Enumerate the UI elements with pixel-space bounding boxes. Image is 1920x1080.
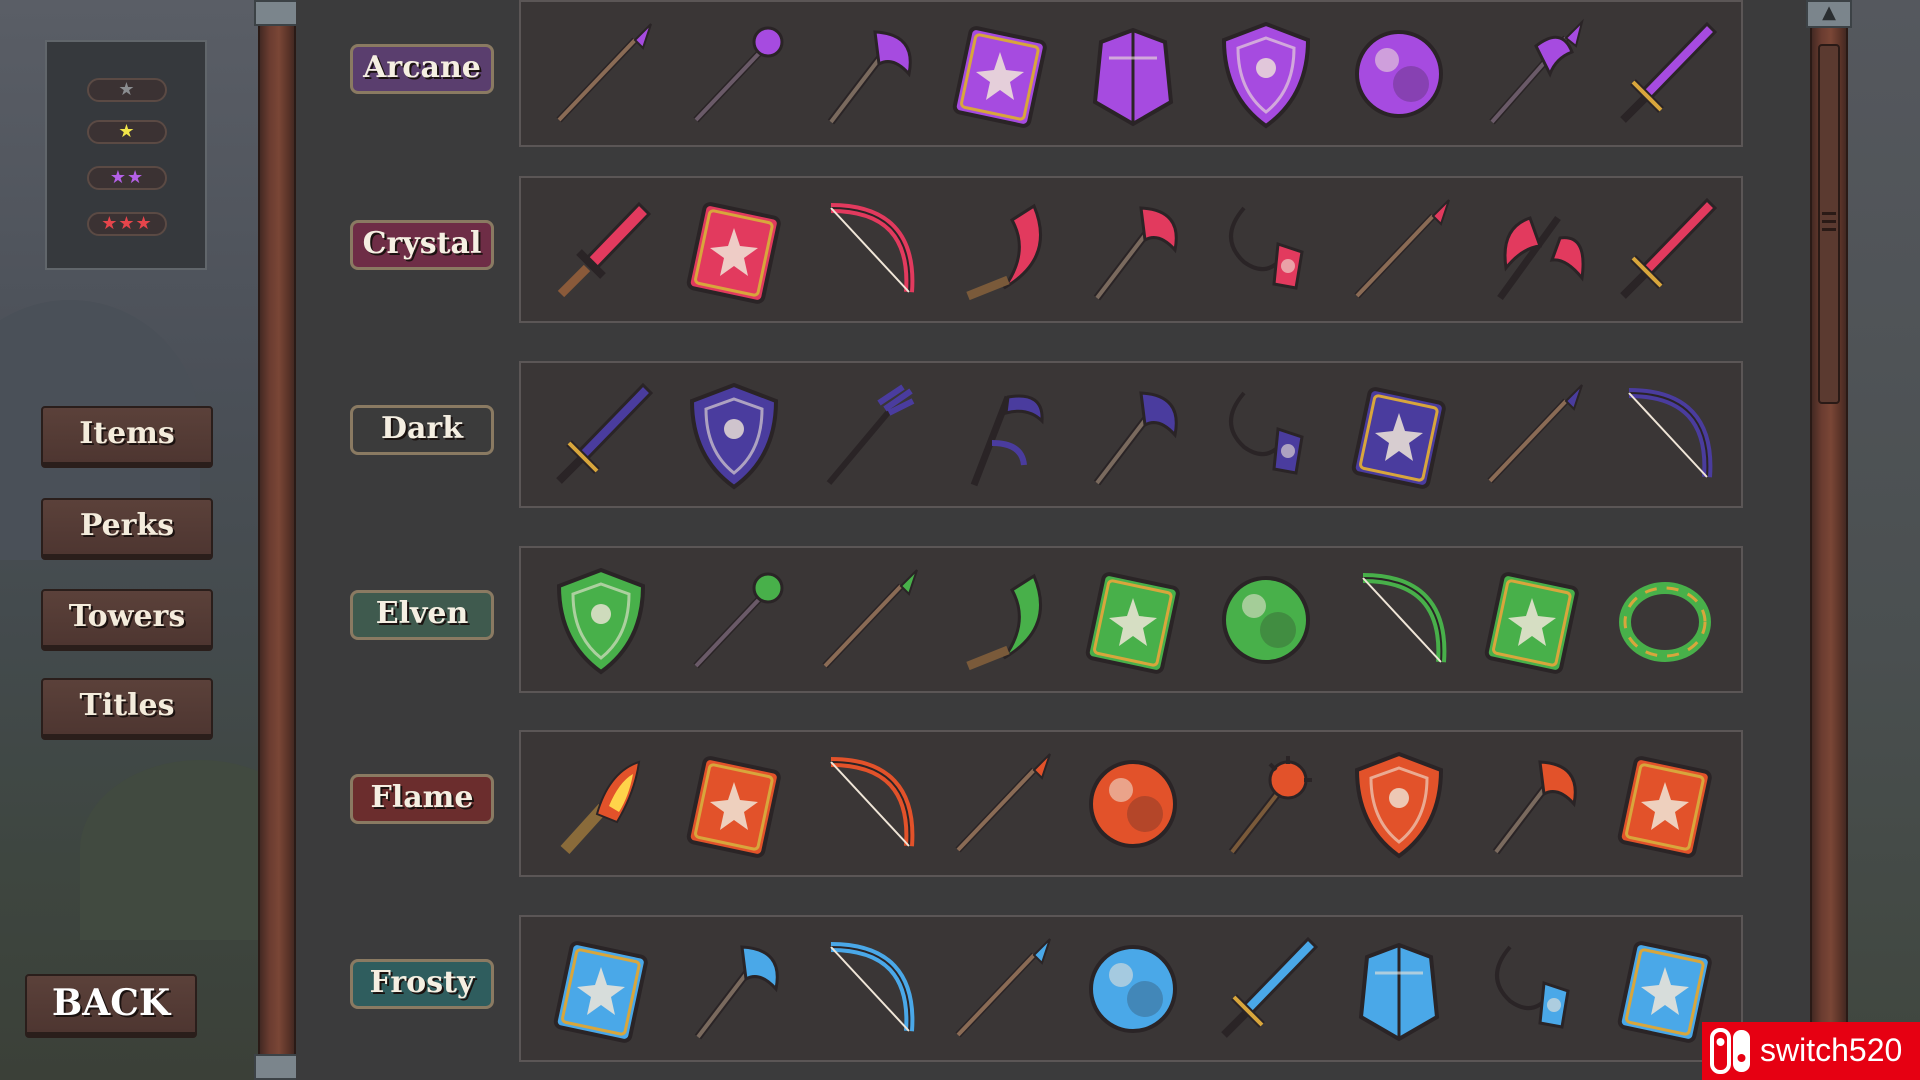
axe-icon[interactable] bbox=[1470, 742, 1594, 866]
shield-icon[interactable] bbox=[1204, 12, 1328, 136]
scrollbar-thumb[interactable] bbox=[1818, 44, 1840, 404]
left-wood-rail bbox=[258, 0, 296, 1080]
spear-icon[interactable] bbox=[539, 12, 663, 136]
item-row-elven bbox=[519, 546, 1743, 693]
axe-icon[interactable] bbox=[805, 12, 929, 136]
watermark-text: switch520 bbox=[1760, 1032, 1903, 1068]
rarity-stars: ★ bbox=[118, 121, 136, 142]
spear-icon[interactable] bbox=[1337, 188, 1461, 312]
orb-icon[interactable] bbox=[1337, 12, 1461, 136]
amulet-icon[interactable] bbox=[1470, 927, 1594, 1051]
scrollbar-grip bbox=[1822, 220, 1836, 223]
sword-icon[interactable] bbox=[1603, 188, 1727, 312]
scrollbar-grip bbox=[1822, 228, 1836, 231]
spellbook-icon[interactable] bbox=[938, 12, 1062, 136]
sickle-icon[interactable] bbox=[938, 558, 1062, 682]
category-label-dark: Dark bbox=[350, 405, 494, 455]
orb-icon[interactable] bbox=[1204, 558, 1328, 682]
rail-cap-top bbox=[254, 0, 300, 26]
sickle-icon[interactable] bbox=[938, 188, 1062, 312]
dagger-icon[interactable] bbox=[539, 188, 663, 312]
category-label-arcane: Arcane bbox=[350, 44, 494, 94]
rarity-filter-epic[interactable]: ★★★ bbox=[87, 212, 167, 236]
scrollbar-grip bbox=[1822, 212, 1836, 215]
spellbook-icon[interactable] bbox=[1337, 373, 1461, 497]
bow-icon[interactable] bbox=[805, 927, 929, 1051]
rarity-stars: ★★★ bbox=[101, 213, 153, 234]
armor-icon[interactable] bbox=[1337, 927, 1461, 1051]
item-row-frosty bbox=[519, 915, 1743, 1062]
rarity-filter-common[interactable]: ★ bbox=[87, 78, 167, 102]
amulet-icon[interactable] bbox=[1204, 188, 1328, 312]
rarity-filter-uncommon[interactable]: ★ bbox=[87, 120, 167, 144]
bracelet-icon[interactable] bbox=[1603, 558, 1727, 682]
axe-icon[interactable] bbox=[1071, 373, 1195, 497]
sword-icon[interactable] bbox=[1603, 12, 1727, 136]
rarity-filter-panel: ★ ★ ★★ ★★★ bbox=[45, 40, 207, 270]
item-row-arcane bbox=[519, 0, 1743, 147]
staff-icon[interactable] bbox=[672, 558, 796, 682]
spear-icon[interactable] bbox=[938, 742, 1062, 866]
bow-icon[interactable] bbox=[1337, 558, 1461, 682]
bow-icon[interactable] bbox=[1603, 373, 1727, 497]
sword-icon[interactable] bbox=[1204, 927, 1328, 1051]
spellbook-icon[interactable] bbox=[1071, 558, 1195, 682]
category-label-crystal: Crystal bbox=[350, 220, 494, 270]
armor-icon[interactable] bbox=[1071, 12, 1195, 136]
category-label-elven: Elven bbox=[350, 590, 494, 640]
spellbook-icon[interactable] bbox=[672, 742, 796, 866]
sword-icon[interactable] bbox=[539, 373, 663, 497]
background-scenery-right bbox=[1848, 0, 1920, 1080]
halberd-icon[interactable] bbox=[1470, 12, 1594, 136]
rail-cap-bottom bbox=[254, 1054, 300, 1080]
rarity-stars: ★★ bbox=[109, 167, 145, 188]
back-button[interactable]: BACK bbox=[25, 974, 197, 1038]
spear-icon[interactable] bbox=[938, 927, 1062, 1051]
perks-button[interactable]: Perks bbox=[41, 498, 213, 560]
amulet-icon[interactable] bbox=[1204, 373, 1328, 497]
towers-button[interactable]: Towers bbox=[41, 589, 213, 651]
titles-button[interactable]: Titles bbox=[41, 678, 213, 740]
axe-icon[interactable] bbox=[672, 927, 796, 1051]
torch-icon[interactable] bbox=[539, 742, 663, 866]
category-label-flame: Flame bbox=[350, 774, 494, 824]
trident-icon[interactable] bbox=[805, 373, 929, 497]
items-button[interactable]: Items bbox=[41, 406, 213, 468]
bow-icon[interactable] bbox=[805, 742, 929, 866]
axe-icon[interactable] bbox=[1071, 188, 1195, 312]
category-label-frosty: Frosty bbox=[350, 959, 494, 1009]
watermark: switch520 bbox=[1702, 1022, 1920, 1080]
spear-icon[interactable] bbox=[805, 558, 929, 682]
spellbook-icon[interactable] bbox=[539, 927, 663, 1051]
shield-icon[interactable] bbox=[1337, 742, 1461, 866]
scythe-icon[interactable] bbox=[938, 373, 1062, 497]
spellbook-icon[interactable] bbox=[672, 188, 796, 312]
switch-logo-icon bbox=[1710, 1028, 1750, 1074]
rarity-filter-rare[interactable]: ★★ bbox=[87, 166, 167, 190]
rarity-stars: ★ bbox=[118, 79, 136, 100]
spear-icon[interactable] bbox=[1470, 373, 1594, 497]
double-axe-icon[interactable] bbox=[1470, 188, 1594, 312]
staff-icon[interactable] bbox=[672, 12, 796, 136]
mace-icon[interactable] bbox=[1204, 742, 1328, 866]
spellbook-icon[interactable] bbox=[1470, 558, 1594, 682]
item-row-crystal bbox=[519, 176, 1743, 323]
spellbook-icon[interactable] bbox=[1603, 742, 1727, 866]
item-row-flame bbox=[519, 730, 1743, 877]
orb-icon[interactable] bbox=[1071, 927, 1195, 1051]
orb-icon[interactable] bbox=[1071, 742, 1195, 866]
shield-icon[interactable] bbox=[539, 558, 663, 682]
item-row-dark bbox=[519, 361, 1743, 508]
scroll-up-button[interactable]: ▲ bbox=[1806, 0, 1852, 28]
shield-icon[interactable] bbox=[672, 373, 796, 497]
bow-icon[interactable] bbox=[805, 188, 929, 312]
